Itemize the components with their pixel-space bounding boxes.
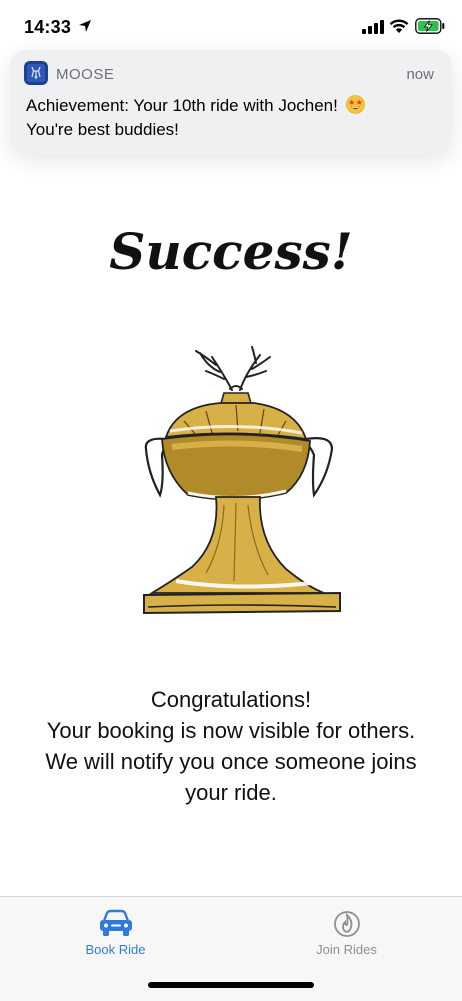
notification-time: now — [406, 66, 434, 83]
home-indicator[interactable] — [148, 982, 314, 988]
tab-label: Join Rides — [316, 942, 377, 957]
tab-label: Book Ride — [85, 942, 146, 957]
wifi-icon — [389, 19, 409, 33]
notification-banner[interactable]: MOOSE now Achievement: Your 10th ride wi… — [10, 50, 452, 154]
tab-book-ride[interactable]: Book Ride — [0, 897, 231, 967]
message-line: your ride. — [185, 780, 277, 805]
car-icon — [100, 909, 132, 936]
page-title: Success! — [109, 222, 353, 281]
tab-join-rides[interactable]: Join Rides — [231, 897, 462, 967]
status-time: 14:33 — [24, 17, 72, 37]
status-bar: 14:33 — [0, 0, 462, 54]
notification-app-name: MOOSE — [56, 66, 115, 83]
trophy-illustration — [143, 346, 341, 615]
message-line: Congratulations! — [150, 687, 312, 712]
location-arrow-icon — [79, 20, 91, 32]
cellular-signal-icon — [362, 20, 384, 34]
notification-message: Achievement: Your 10th ride with Jochen!… — [26, 94, 436, 142]
confirmation-message: Congratulations! Your booking is now vis… — [12, 684, 450, 808]
message-line: We will notify you once someone joins — [45, 749, 417, 774]
message-line: Your booking is now visible for others. — [46, 718, 416, 743]
notification-message-line2: You're best buddies! — [26, 120, 179, 139]
battery-charging-icon — [415, 18, 445, 34]
star-struck-emoji-icon — [345, 95, 365, 114]
moose-app-icon — [24, 61, 48, 85]
notification-message-text: Achievement: Your 10th ride with Jochen! — [26, 96, 338, 115]
flame-icon — [334, 911, 360, 937]
